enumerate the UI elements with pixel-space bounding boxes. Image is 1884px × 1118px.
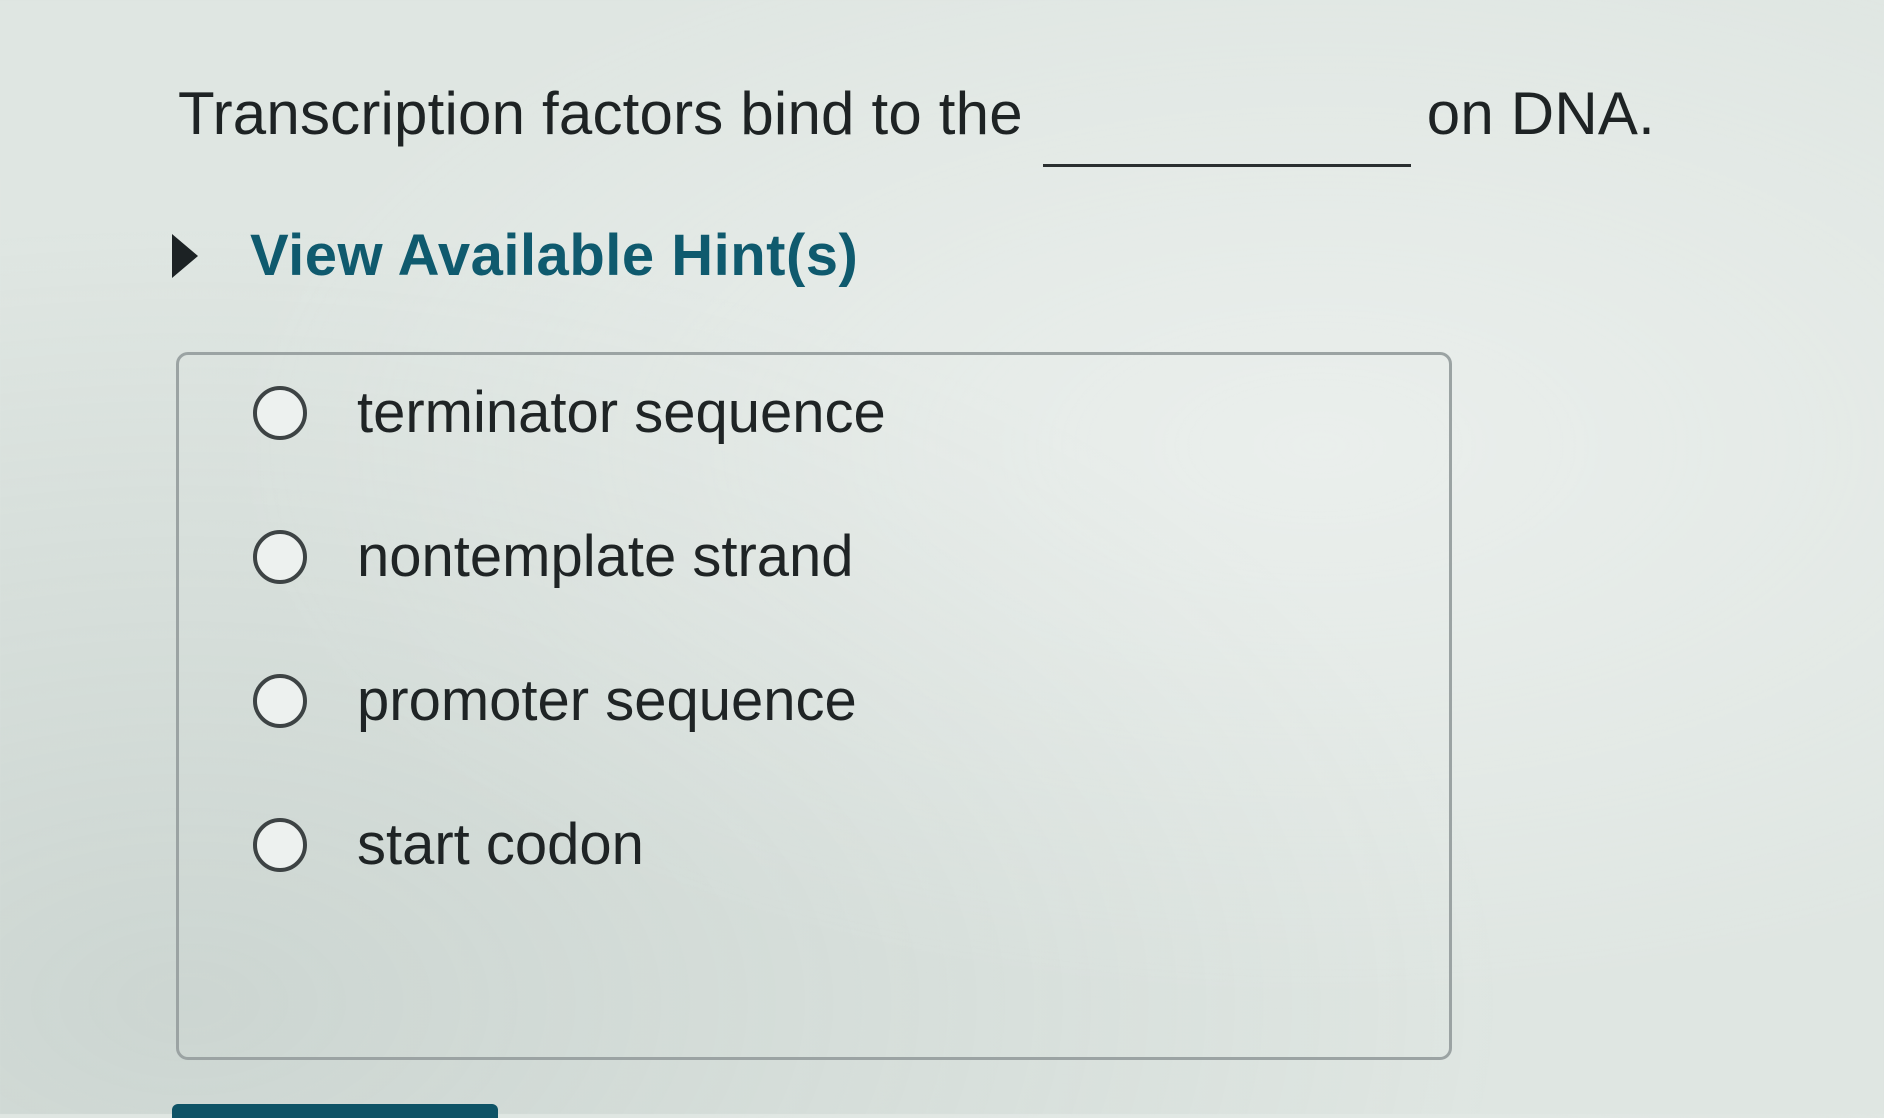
caret-right-icon	[172, 233, 198, 278]
radio-button[interactable]	[253, 817, 307, 872]
option-label: nontemplate strand	[357, 524, 854, 589]
answer-options-group: terminator sequence nontemplate strand p…	[176, 352, 1452, 1060]
question-prompt: Transcription factors bind to the on DNA.	[178, 78, 1655, 167]
option-label: terminator sequence	[357, 380, 886, 445]
view-hints-toggle[interactable]: View Available Hint(s)	[172, 222, 858, 289]
option-label: promoter sequence	[357, 668, 857, 733]
answer-blank	[1042, 92, 1411, 167]
radio-button[interactable]	[253, 529, 307, 584]
option-promoter-sequence[interactable]: promoter sequence	[253, 667, 857, 734]
option-nontemplate-strand[interactable]: nontemplate strand	[253, 523, 854, 590]
question-text-after-blank: on DNA.	[1426, 80, 1655, 147]
option-label: start codon	[357, 812, 644, 877]
question-text-before-blank: Transcription factors bind to the	[178, 80, 1023, 147]
radio-button[interactable]	[253, 673, 307, 728]
view-hints-label: View Available Hint(s)	[250, 223, 859, 288]
option-terminator-sequence[interactable]: terminator sequence	[253, 379, 886, 446]
option-start-codon[interactable]: start codon	[253, 811, 644, 878]
radio-button[interactable]	[253, 385, 307, 440]
submit-button[interactable]	[172, 1104, 498, 1118]
